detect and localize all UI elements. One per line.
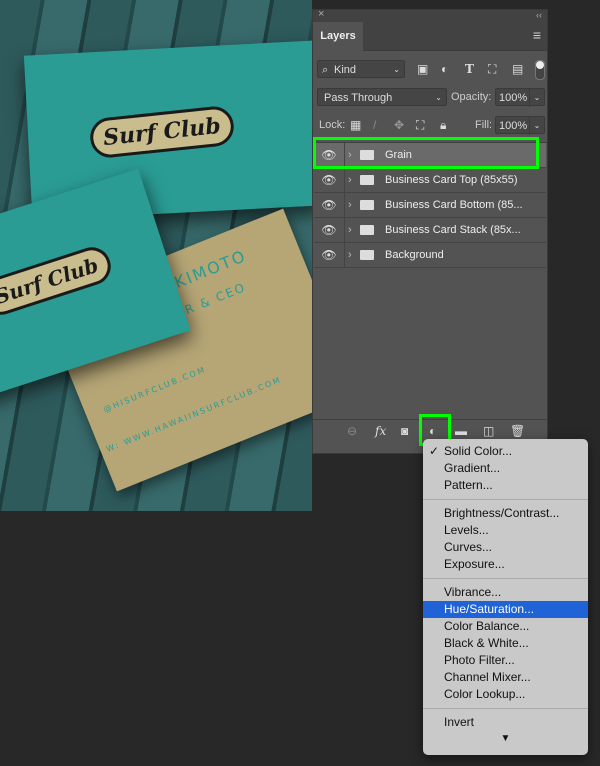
menu-item-photo-filter[interactable]: Photo Filter... — [423, 652, 588, 669]
menu-item-black-white[interactable]: Black & White... — [423, 635, 588, 652]
menu-item-solid-color[interactable]: ✓ Solid Color... — [423, 443, 588, 460]
opacity-input[interactable]: 100% ⌄ — [495, 88, 545, 107]
layer-name: Business Card Top (85x55) — [385, 174, 518, 186]
menu-label: Solid Color... — [444, 444, 513, 458]
folder-icon — [360, 225, 374, 235]
menu-item-levels[interactable]: Levels... — [423, 522, 588, 539]
lock-position-icon[interactable]: ✥ — [394, 116, 404, 134]
layer-name: Background — [385, 249, 444, 261]
shape-filter-icon[interactable]: ⛶ — [488, 60, 496, 78]
menu-item-hue-saturation[interactable]: Hue/Saturation... — [423, 601, 588, 618]
menu-item-vibrance[interactable]: Vibrance... — [423, 584, 588, 601]
blend-mode-value: Pass Through — [324, 92, 393, 104]
fill-value: 100% — [499, 120, 528, 132]
fill-input[interactable]: 100% ⌄ — [495, 116, 545, 135]
opacity-value: 100% — [499, 92, 528, 104]
folder-icon — [360, 200, 374, 210]
layer-name: Business Card Stack (85x... — [385, 224, 521, 236]
lock-transparent-icon[interactable]: ▦ — [350, 116, 361, 134]
filter-kind-select[interactable]: Kind ⌄ ⌕ — [317, 60, 405, 78]
adjustment-menu: ✓ Solid Color... Gradient... Pattern... B… — [423, 439, 588, 755]
menu-item-invert[interactable]: Invert — [423, 714, 588, 731]
menu-item-channel-mixer[interactable]: Channel Mixer... — [423, 669, 588, 686]
chevron-right-icon[interactable]: › — [348, 168, 352, 192]
menu-item-brightness-contrast[interactable]: Brightness/Contrast... — [423, 505, 588, 522]
lock-label: Lock: — [319, 119, 346, 131]
layers-panel: × ‹‹ Layers ≡ Kind ⌄ ⌕ ▣ ◐ T ⛶ ▤ Pass Throug… — [312, 8, 548, 454]
panel-menu-icon[interactable]: ≡ — [533, 27, 541, 43]
search-icon: ⌕ — [322, 64, 329, 76]
lock-image-icon[interactable]: / — [373, 116, 376, 134]
folder-icon — [360, 175, 374, 185]
menu-item-color-lookup[interactable]: Color Lookup... — [423, 686, 588, 703]
layer-row[interactable]: 👁︎ › Business Card Top (85x55) — [314, 168, 546, 193]
layer-name: Business Card Bottom (85... — [385, 199, 523, 211]
image-filter-icon[interactable]: ▣ — [417, 60, 428, 78]
lock-all-icon[interactable]: 🔒︎ — [440, 116, 446, 134]
folder-icon — [360, 250, 374, 260]
type-filter-icon[interactable]: T — [465, 60, 474, 78]
filter-kind-value: Kind — [334, 64, 357, 76]
opacity-label: Opacity: — [451, 91, 492, 103]
fill-label: Fill: — [475, 119, 493, 131]
mask-icon[interactable]: ◙ — [401, 420, 408, 442]
link-icon[interactable]: ⊖ — [347, 420, 357, 442]
chevron-right-icon[interactable]: › — [348, 218, 352, 242]
menu-item-gradient[interactable]: Gradient... — [423, 460, 588, 477]
layer-row[interactable]: 👁︎ › Business Card Bottom (85... — [314, 193, 546, 218]
chevron-right-icon[interactable]: › — [348, 193, 352, 217]
eye-icon[interactable]: 👁︎ — [314, 193, 345, 217]
adjustment-filter-icon[interactable]: ◐ — [441, 60, 448, 78]
canvas-image: Surf Club AKIMOTO WNER & CEO @HISURFCLUB… — [0, 0, 312, 511]
highlight-grain-layer — [313, 137, 539, 169]
divider — [423, 708, 588, 709]
fx-icon[interactable]: fx — [375, 420, 386, 442]
filter-toggle[interactable] — [535, 60, 545, 80]
collapse-icon[interactable]: ‹‹ — [536, 10, 542, 20]
divider — [423, 578, 588, 579]
eye-icon[interactable]: 👁︎ — [314, 243, 345, 267]
menu-item-exposure[interactable]: Exposure... — [423, 556, 588, 573]
smart-object-filter-icon[interactable]: ▤ — [512, 60, 523, 78]
eye-icon[interactable]: 👁︎ — [314, 168, 345, 192]
menu-item-color-balance[interactable]: Color Balance... — [423, 618, 588, 635]
menu-item-pattern[interactable]: Pattern... — [423, 477, 588, 494]
layer-row[interactable]: 👁︎ › Business Card Stack (85x... — [314, 218, 546, 243]
lock-artboard-icon[interactable]: ⛶ — [416, 116, 424, 134]
menu-item-curves[interactable]: Curves... — [423, 539, 588, 556]
chevron-right-icon[interactable]: › — [348, 243, 352, 267]
close-icon[interactable]: × — [318, 8, 324, 20]
tab-layers[interactable]: Layers — [313, 22, 363, 51]
eye-icon[interactable]: 👁︎ — [314, 218, 345, 242]
layer-row[interactable]: 👁︎ › Background — [314, 243, 546, 268]
divider — [423, 499, 588, 500]
scroll-down-arrow-icon[interactable]: ▼ — [423, 733, 588, 744]
blend-mode-select[interactable]: Pass Through ⌄ — [317, 88, 447, 106]
